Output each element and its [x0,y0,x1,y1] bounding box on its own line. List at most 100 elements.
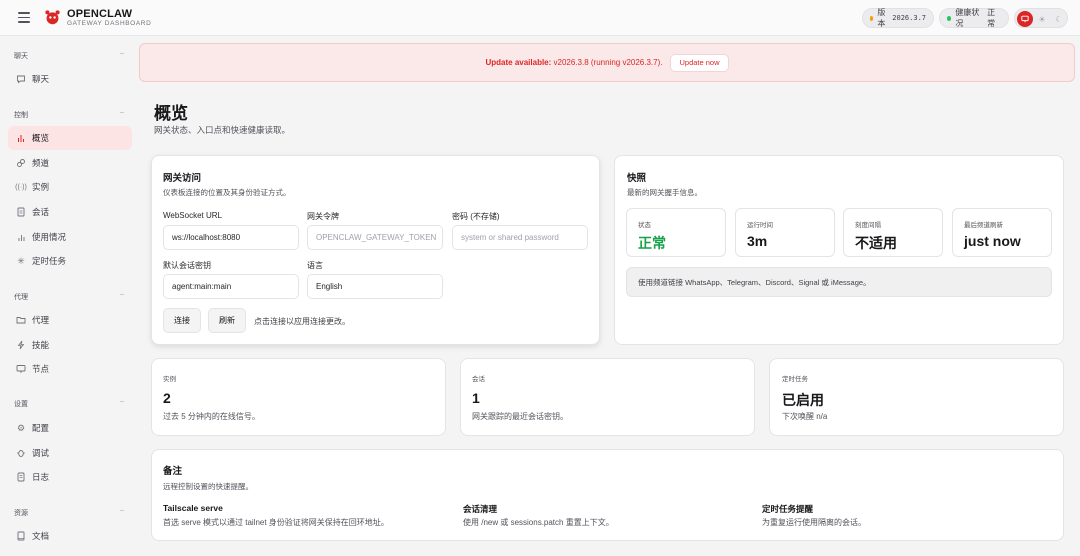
sidebar-item-overview[interactable]: 概览 [8,126,132,150]
sidebar-item-debug[interactable]: 调试 [8,441,132,465]
sidebar-item-channels[interactable]: 频道 [8,151,132,175]
card-title: 快照 [627,173,647,184]
collapse-icon[interactable]: – [120,291,124,298]
sidebar: 聊天 – 聊天 控制 – 概览 频道 ((·)) 实例 会话 使用情况 ✳ 定时… [0,37,138,556]
stat-label: 运行时间 [747,222,773,229]
sidebar-item-label: 使用情况 [32,232,67,242]
sidebar-section-agent[interactable]: 代理 [14,292,28,302]
sidebar-item-label: 频道 [32,158,50,168]
note-text: 为重复运行使用隔离的会话。 [762,518,866,527]
system-theme-icon[interactable] [1017,11,1033,27]
sidebar-item-sessions[interactable]: 会话 [8,200,132,224]
update-now-button[interactable]: Update now [670,53,729,72]
stat-label: 刻度间隔 [855,222,881,229]
metric-subtitle: 下次唤醒 n/a [782,412,828,421]
stat-value: 不适用 [855,235,897,251]
stat-status: 状态 正常 [626,208,726,257]
sidebar-item-nodes[interactable]: 节点 [8,357,132,381]
sidebar-item-label: 定时任务 [32,256,67,266]
sidebar-section-settings[interactable]: 设置 [14,399,28,409]
update-prefix: Update available: [485,58,552,67]
sidebar-item-label: 概览 [32,133,50,143]
link-icon [16,158,26,168]
stat-uptime: 运行时间 3m [735,208,835,257]
loader-icon: ✳ [17,255,25,266]
websocket-url-label: WebSocket URL [163,211,222,220]
gateway-token-input[interactable]: OPENCLAW_GATEWAY_TOKEN [307,225,443,250]
sidebar-item-label: 代理 [32,315,50,325]
card-title: 备注 [163,466,183,477]
refresh-button[interactable]: 刷新 [208,308,246,333]
health-status-dot [947,15,952,21]
password-input[interactable]: system or shared password [452,225,588,250]
note-title: Tailscale serve [163,503,223,513]
version-pill: 版本 2026.3.7 [862,8,934,28]
openclaw-logo [45,10,60,25]
collapse-icon[interactable]: – [120,109,124,116]
version-status-dot [870,15,874,21]
sidebar-item-label: 调试 [32,448,50,458]
sidebar-section-control[interactable]: 控制 [14,110,28,120]
note-title: 会话清理 [463,504,498,514]
update-version-text: v2026.3.8 (running v2026.3.7). [551,58,663,67]
notes-card: 备注 远程控制设置的快速提醒。 Tailscale serve 首选 serve… [151,449,1064,541]
connect-button[interactable]: 连接 [163,308,201,333]
usage-chart-icon [16,232,26,242]
sidebar-item-config[interactable]: ⚙ 配置 [8,416,132,440]
sidebar-item-cron[interactable]: ✳ 定时任务 [8,249,132,273]
light-theme-icon[interactable]: ☀ [1034,11,1050,27]
book-icon [16,531,26,541]
chat-icon [16,74,26,84]
metric-label: 实例 [163,376,176,383]
sidebar-item-docs[interactable]: 文档 [8,524,132,548]
metric-subtitle: 网关跟踪的最近会话密钥。 [472,412,568,421]
bolt-icon [16,340,26,350]
sidebar-section-chat[interactable]: 聊天 [14,51,28,61]
sidebar-item-label: 节点 [32,364,50,374]
sidebar-item-agents[interactable]: 代理 [8,308,132,332]
metric-label: 定时任务 [782,376,808,383]
bug-icon [16,448,26,458]
channels-note: 使用频道链接 WhatsApp、Telegram、Discord、Signal … [626,267,1052,297]
top-bar: OPENCLAW GATEWAY DASHBOARD 版本 2026.3.7 健… [0,0,1080,36]
password-label: 密码 (不存储) [452,212,500,221]
session-key-input[interactable]: agent:main:main [163,274,299,299]
brand-subtitle: GATEWAY DASHBOARD [67,20,152,27]
collapse-icon[interactable]: – [120,507,124,514]
bar-chart-icon [16,133,26,143]
sidebar-item-usage[interactable]: 使用情况 [8,225,132,249]
sidebar-item-label: 技能 [32,340,50,350]
theme-toggle: ☀ ☾ [1014,8,1068,28]
collapse-icon[interactable]: – [120,398,124,405]
metric-label: 会话 [472,376,485,383]
card-subtitle: 仪表板连接的位置及其身份验证方式。 [163,188,291,197]
collapse-icon[interactable]: – [120,50,124,57]
sidebar-item-chat[interactable]: 聊天 [8,67,132,91]
metric-subtitle: 过去 5 分钟内的在线信号。 [163,412,260,421]
scroll-icon [16,472,26,482]
sidebar-section-resources[interactable]: 资源 [14,508,28,518]
menu-icon[interactable] [18,12,30,23]
dark-theme-icon[interactable]: ☾ [1051,11,1067,27]
metric-value: 1 [472,390,480,406]
update-message: Update available: v2026.3.8 (running v20… [485,58,662,67]
language-select[interactable]: English [307,274,443,299]
stat-label: 状态 [638,222,651,229]
card-subtitle: 最新的网关握手信息。 [627,188,702,197]
metric-value: 2 [163,390,171,406]
stat-value: 正常 [638,235,666,251]
sidebar-item-logs[interactable]: 日志 [8,465,132,489]
card-subtitle: 远程控制设置的快速提醒。 [163,482,253,491]
sidebar-item-label: 会话 [32,207,50,217]
sidebar-item-label: 配置 [32,423,50,433]
websocket-url-input[interactable]: ws://localhost:8080 [163,225,299,250]
health-pill: 健康状况 正常 [939,8,1009,28]
instances-card: 实例 2 过去 5 分钟内的在线信号。 [151,358,446,436]
sidebar-item-instances[interactable]: ((·)) 实例 [8,175,132,199]
version-value: 2026.3.7 [892,14,926,22]
sidebar-item-skills[interactable]: 技能 [8,333,132,357]
connect-hint: 点击连接以应用连接更改。 [254,317,350,326]
stat-value: just now [964,233,1021,249]
sidebar-item-label: 日志 [32,472,50,482]
brand-title: OPENCLAW [67,8,133,20]
